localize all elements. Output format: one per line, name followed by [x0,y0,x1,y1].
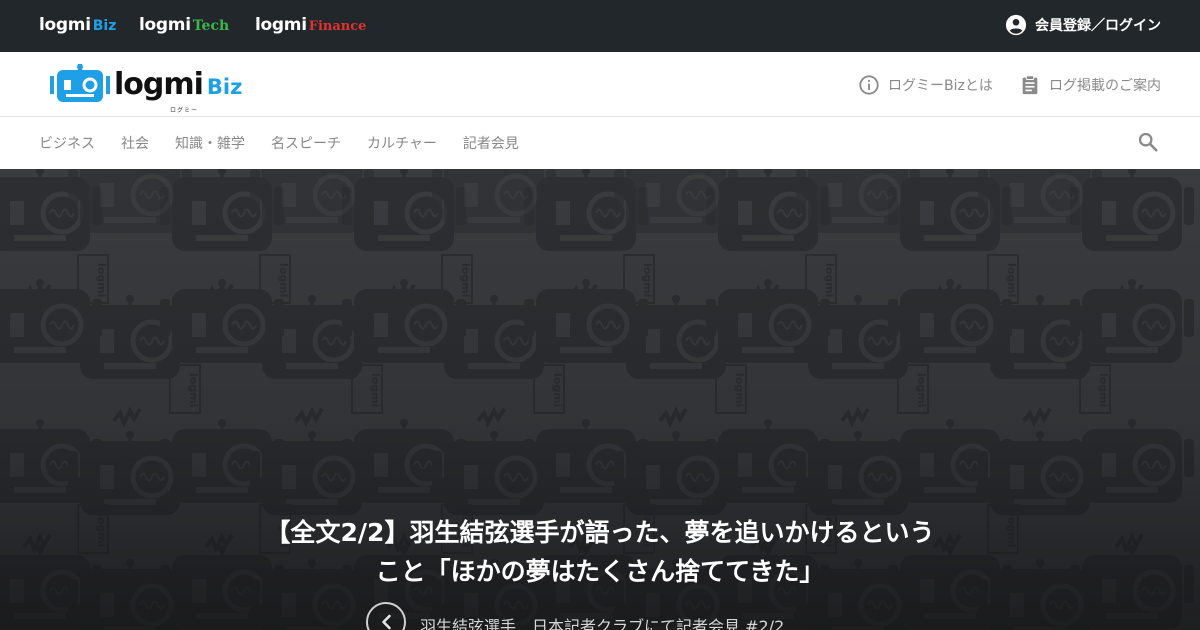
account-circle-icon [1005,14,1027,36]
search-icon[interactable] [1137,131,1159,153]
about-link[interactable]: ログミーBizとは [858,74,993,96]
site-header: logmi Biz ログミー ログミーBizとは ログ掲載のご案内 [0,52,1200,117]
brand-biz: Biz [206,74,243,99]
logmi-biz-link[interactable]: logmi Biz [39,15,116,37]
site-logo[interactable]: logmi Biz ログミー [50,64,243,114]
article-title-line2: こと「ほかの夢はたくさん捨ててきた」 [375,557,825,586]
logmi-biz-mark: logmi [39,15,91,35]
logmi-tech-suffix: Tech [192,18,230,34]
article-title-line1: 【全文2/2】羽生結弦選手が語った、夢を追いかけるという [265,518,935,547]
logmi-finance-link[interactable]: logmi Finance [255,15,366,37]
brand-wordmark: logmi Biz ログミー [114,66,243,114]
clipboard-icon [1022,75,1038,95]
nav-item-press[interactable]: 記者会見 [463,133,519,153]
brand-logmi: logmi [114,66,204,102]
login-link[interactable]: 会員登録／ログイン [1005,13,1161,37]
logmi-biz-suffix: Biz [92,18,117,34]
article-title: 【全文2/2】羽生結弦選手が語った、夢を追いかけるという こと「ほかの夢はたくさ… [200,513,1000,591]
guide-label: ログ掲載のご案内 [1049,78,1161,94]
top-bar: logmi Biz logmi Tech logmi Finance 会員登録／… [0,0,1200,52]
series-label[interactable]: 羽生結弦選手 日本記者クラブにて記者会見 #2/2 [420,613,784,630]
info-icon [859,75,879,95]
logmi-tech-link[interactable]: logmi Tech [139,15,229,37]
hero-banner: logmi 【全文2/2】羽生結弦選手が語った、夢を追いかけるという こと「ほか… [0,169,1200,630]
logmi-tech-mark: logmi [139,15,191,35]
robot-logo-icon [50,64,110,102]
login-label: 会員登録／ログイン [1035,18,1161,34]
logmi-finance-mark: logmi [255,15,307,35]
logmi-finance-suffix: Finance [308,19,367,34]
nav-item-knowledge[interactable]: 知識・雑学 [175,133,245,153]
brand-ruby: ログミー [170,106,199,114]
category-nav: ビジネス 社会 知識・雑学 名スピーチ カルチャー 記者会見 [0,117,1200,169]
nav-item-culture[interactable]: カルチャー [367,133,437,153]
chevron-left-icon [382,614,391,630]
about-label: ログミーBizとは [888,78,993,94]
nav-item-business[interactable]: ビジネス [39,133,95,153]
nav-item-speech[interactable]: 名スピーチ [271,133,341,153]
nav-item-society[interactable]: 社会 [121,133,149,153]
guide-link[interactable]: ログ掲載のご案内 [1019,74,1161,96]
